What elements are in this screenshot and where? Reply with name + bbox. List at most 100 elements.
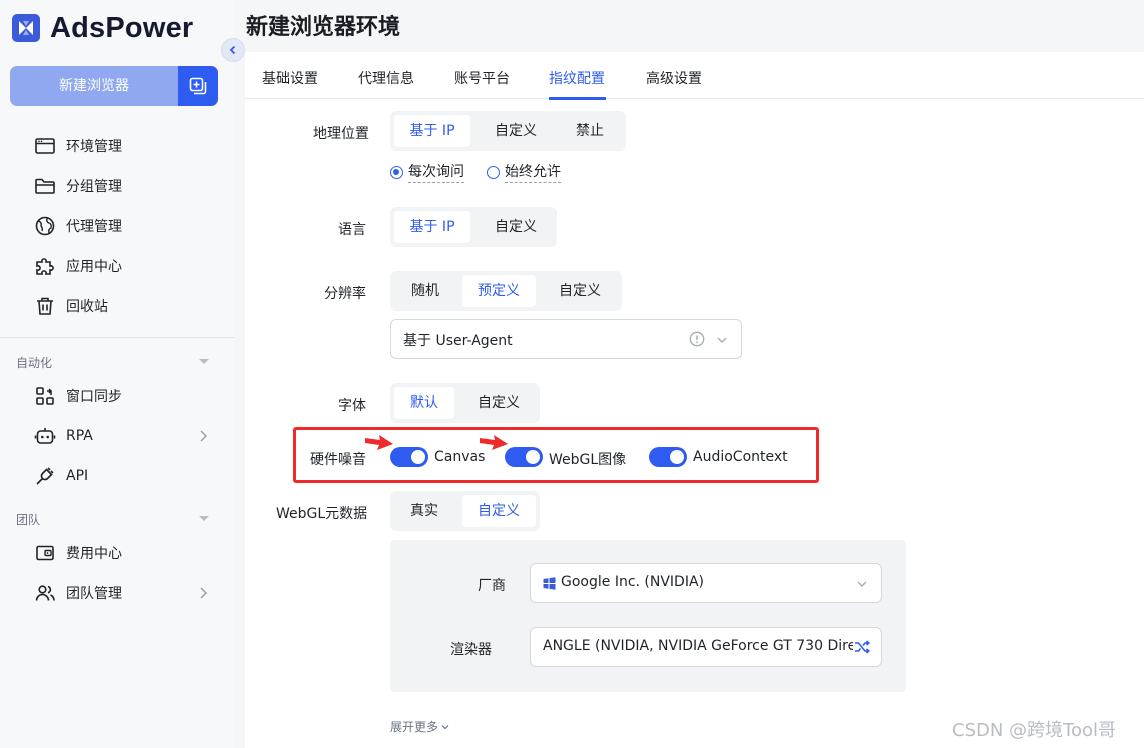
sidebar-item-proxy[interactable]: 代理管理: [34, 214, 122, 238]
folder-icon: [34, 175, 56, 197]
plug-icon: [34, 465, 56, 487]
resolution-segmented: 随机 预定义 自定义: [390, 271, 622, 311]
vendor-select[interactable]: Google Inc. (NVIDIA): [530, 563, 882, 603]
geo-option-custom[interactable]: 自定义: [478, 115, 554, 147]
radio-label: 每次询问: [408, 161, 464, 183]
wallet-icon: [34, 542, 56, 564]
sidebar-item-group[interactable]: 分组管理: [34, 174, 122, 198]
chevron-down-icon: [441, 724, 449, 729]
sidebar-item-label: 代理管理: [66, 219, 122, 235]
resolution-select-value: 基于 User-Agent: [403, 333, 513, 349]
webgl-image-toggle[interactable]: [505, 447, 543, 467]
sidebar-item-api[interactable]: API: [34, 464, 88, 488]
geo-label: 地理位置: [313, 126, 369, 142]
sidebar-item-rpa[interactable]: RPA: [34, 424, 93, 448]
puzzle-icon: [34, 255, 56, 277]
sidebar-item-team-mgmt[interactable]: 团队管理: [34, 581, 122, 605]
red-arrow-icon: [365, 435, 393, 450]
canvas-toggle-label: Canvas: [434, 449, 486, 465]
chevron-right-icon[interactable]: [198, 429, 208, 443]
add-copy-icon[interactable]: [178, 66, 218, 106]
app-name: AdsPower: [50, 11, 194, 44]
new-browser-button[interactable]: 新建浏览器: [10, 66, 218, 106]
vendor-select-value: Google Inc. (NVIDIA): [561, 574, 705, 590]
sidebar-item-env[interactable]: 环境管理: [34, 134, 122, 158]
resolution-label: 分辨率: [324, 286, 366, 302]
caret-down-icon[interactable]: [199, 516, 209, 521]
webgl-meta-label: WebGL元数据: [276, 506, 368, 522]
tab-basic[interactable]: 基础设置: [262, 68, 318, 88]
font-segmented: 默认 自定义: [390, 383, 540, 423]
app-logo[interactable]: AdsPower: [12, 10, 193, 46]
radio-label: 始终允许: [505, 161, 561, 183]
chevron-down-icon: [857, 581, 867, 587]
sidebar-item-label: 团队管理: [66, 586, 122, 602]
sidebar-item-label: 环境管理: [66, 139, 122, 155]
expand-more-label: 展开更多: [390, 720, 439, 734]
audiocontext-toggle[interactable]: [649, 447, 687, 467]
sidebar-item-label: RPA: [66, 428, 93, 444]
resolution-option-random[interactable]: 随机: [394, 275, 456, 307]
sidebar-item-label: 分组管理: [66, 179, 122, 195]
geo-segmented: 基于 IP 自定义 禁止: [390, 111, 626, 151]
new-browser-label: 新建浏览器: [59, 78, 129, 94]
font-option-default[interactable]: 默认: [394, 387, 454, 419]
trash-icon: [34, 295, 56, 317]
collapse-sidebar-button[interactable]: [221, 38, 245, 62]
language-option-custom[interactable]: 自定义: [478, 211, 554, 243]
language-label: 语言: [338, 222, 366, 238]
sidebar-divider: [0, 337, 234, 338]
webgl-meta-option-custom[interactable]: 自定义: [462, 495, 536, 527]
resolution-select[interactable]: 基于 User-Agent: [390, 319, 742, 359]
resolution-option-predefined[interactable]: 预定义: [462, 275, 536, 307]
caret-down-icon[interactable]: [199, 359, 209, 364]
sidebar-item-apps[interactable]: 应用中心: [34, 254, 122, 278]
radio-unchecked-icon: [487, 165, 500, 179]
sync-icon: [34, 385, 56, 407]
browser-window-icon: [34, 135, 56, 157]
red-arrow-icon: [480, 435, 508, 450]
radio-always-allow[interactable]: 始终允许: [487, 161, 561, 183]
sidebar-item-billing[interactable]: 费用中心: [34, 541, 122, 565]
radio-checked-icon: [390, 165, 403, 179]
renderer-input-value: ANGLE (NVIDIA, NVIDIA GeForce GT 730 Dir…: [543, 638, 853, 654]
sidebar: AdsPower 新建浏览器 环境管理 分组管理 代理管理 应用中心 回收站 自…: [0, 0, 234, 748]
tab-advanced[interactable]: 高级设置: [646, 68, 702, 88]
watermark: CSDN @跨境Tool哥: [952, 720, 1117, 741]
language-option-ip[interactable]: 基于 IP: [394, 211, 470, 243]
canvas-toggle[interactable]: [390, 447, 428, 467]
shuffle-icon[interactable]: [854, 639, 870, 655]
tab-fingerprint[interactable]: 指纹配置: [549, 68, 605, 88]
webgl-image-toggle-label: WebGL图像: [549, 452, 627, 468]
radio-ask-every-time[interactable]: 每次询问: [390, 161, 464, 183]
sidebar-item-label: 窗口同步: [66, 389, 122, 405]
geo-option-ip[interactable]: 基于 IP: [394, 115, 470, 147]
vendor-label: 厂商: [478, 578, 506, 594]
expand-more-link[interactable]: 展开更多: [390, 718, 449, 735]
renderer-label: 渲染器: [450, 642, 492, 658]
chevron-left-icon: [229, 45, 236, 55]
renderer-input[interactable]: ANGLE (NVIDIA, NVIDIA GeForce GT 730 Dir…: [530, 627, 882, 667]
sidebar-item-label: API: [66, 468, 89, 484]
hardware-noise-label: 硬件噪音: [310, 452, 366, 468]
section-heading-team: 团队: [16, 513, 41, 527]
info-icon[interactable]: [689, 331, 705, 347]
sidebar-item-window-sync[interactable]: 窗口同步: [34, 384, 122, 408]
adspower-logo-icon: [12, 14, 40, 42]
page-title: 新建浏览器环境: [246, 15, 401, 40]
globe-icon: [34, 215, 56, 237]
webgl-meta-segmented: 真实 自定义: [390, 491, 540, 531]
geo-option-block[interactable]: 禁止: [558, 115, 622, 147]
chevron-right-icon[interactable]: [198, 586, 208, 600]
tab-proxy[interactable]: 代理信息: [358, 68, 414, 88]
active-tab-indicator: [549, 97, 606, 100]
font-option-custom[interactable]: 自定义: [462, 387, 536, 419]
resolution-option-custom[interactable]: 自定义: [542, 275, 618, 307]
language-segmented: 基于 IP 自定义: [390, 207, 557, 247]
sidebar-item-label: 回收站: [66, 299, 108, 315]
webgl-meta-option-real[interactable]: 真实: [394, 495, 454, 527]
tab-account[interactable]: 账号平台: [454, 68, 510, 88]
sidebar-item-label: 应用中心: [66, 259, 122, 275]
chevron-down-icon: [717, 337, 727, 343]
sidebar-item-trash[interactable]: 回收站: [34, 294, 108, 318]
